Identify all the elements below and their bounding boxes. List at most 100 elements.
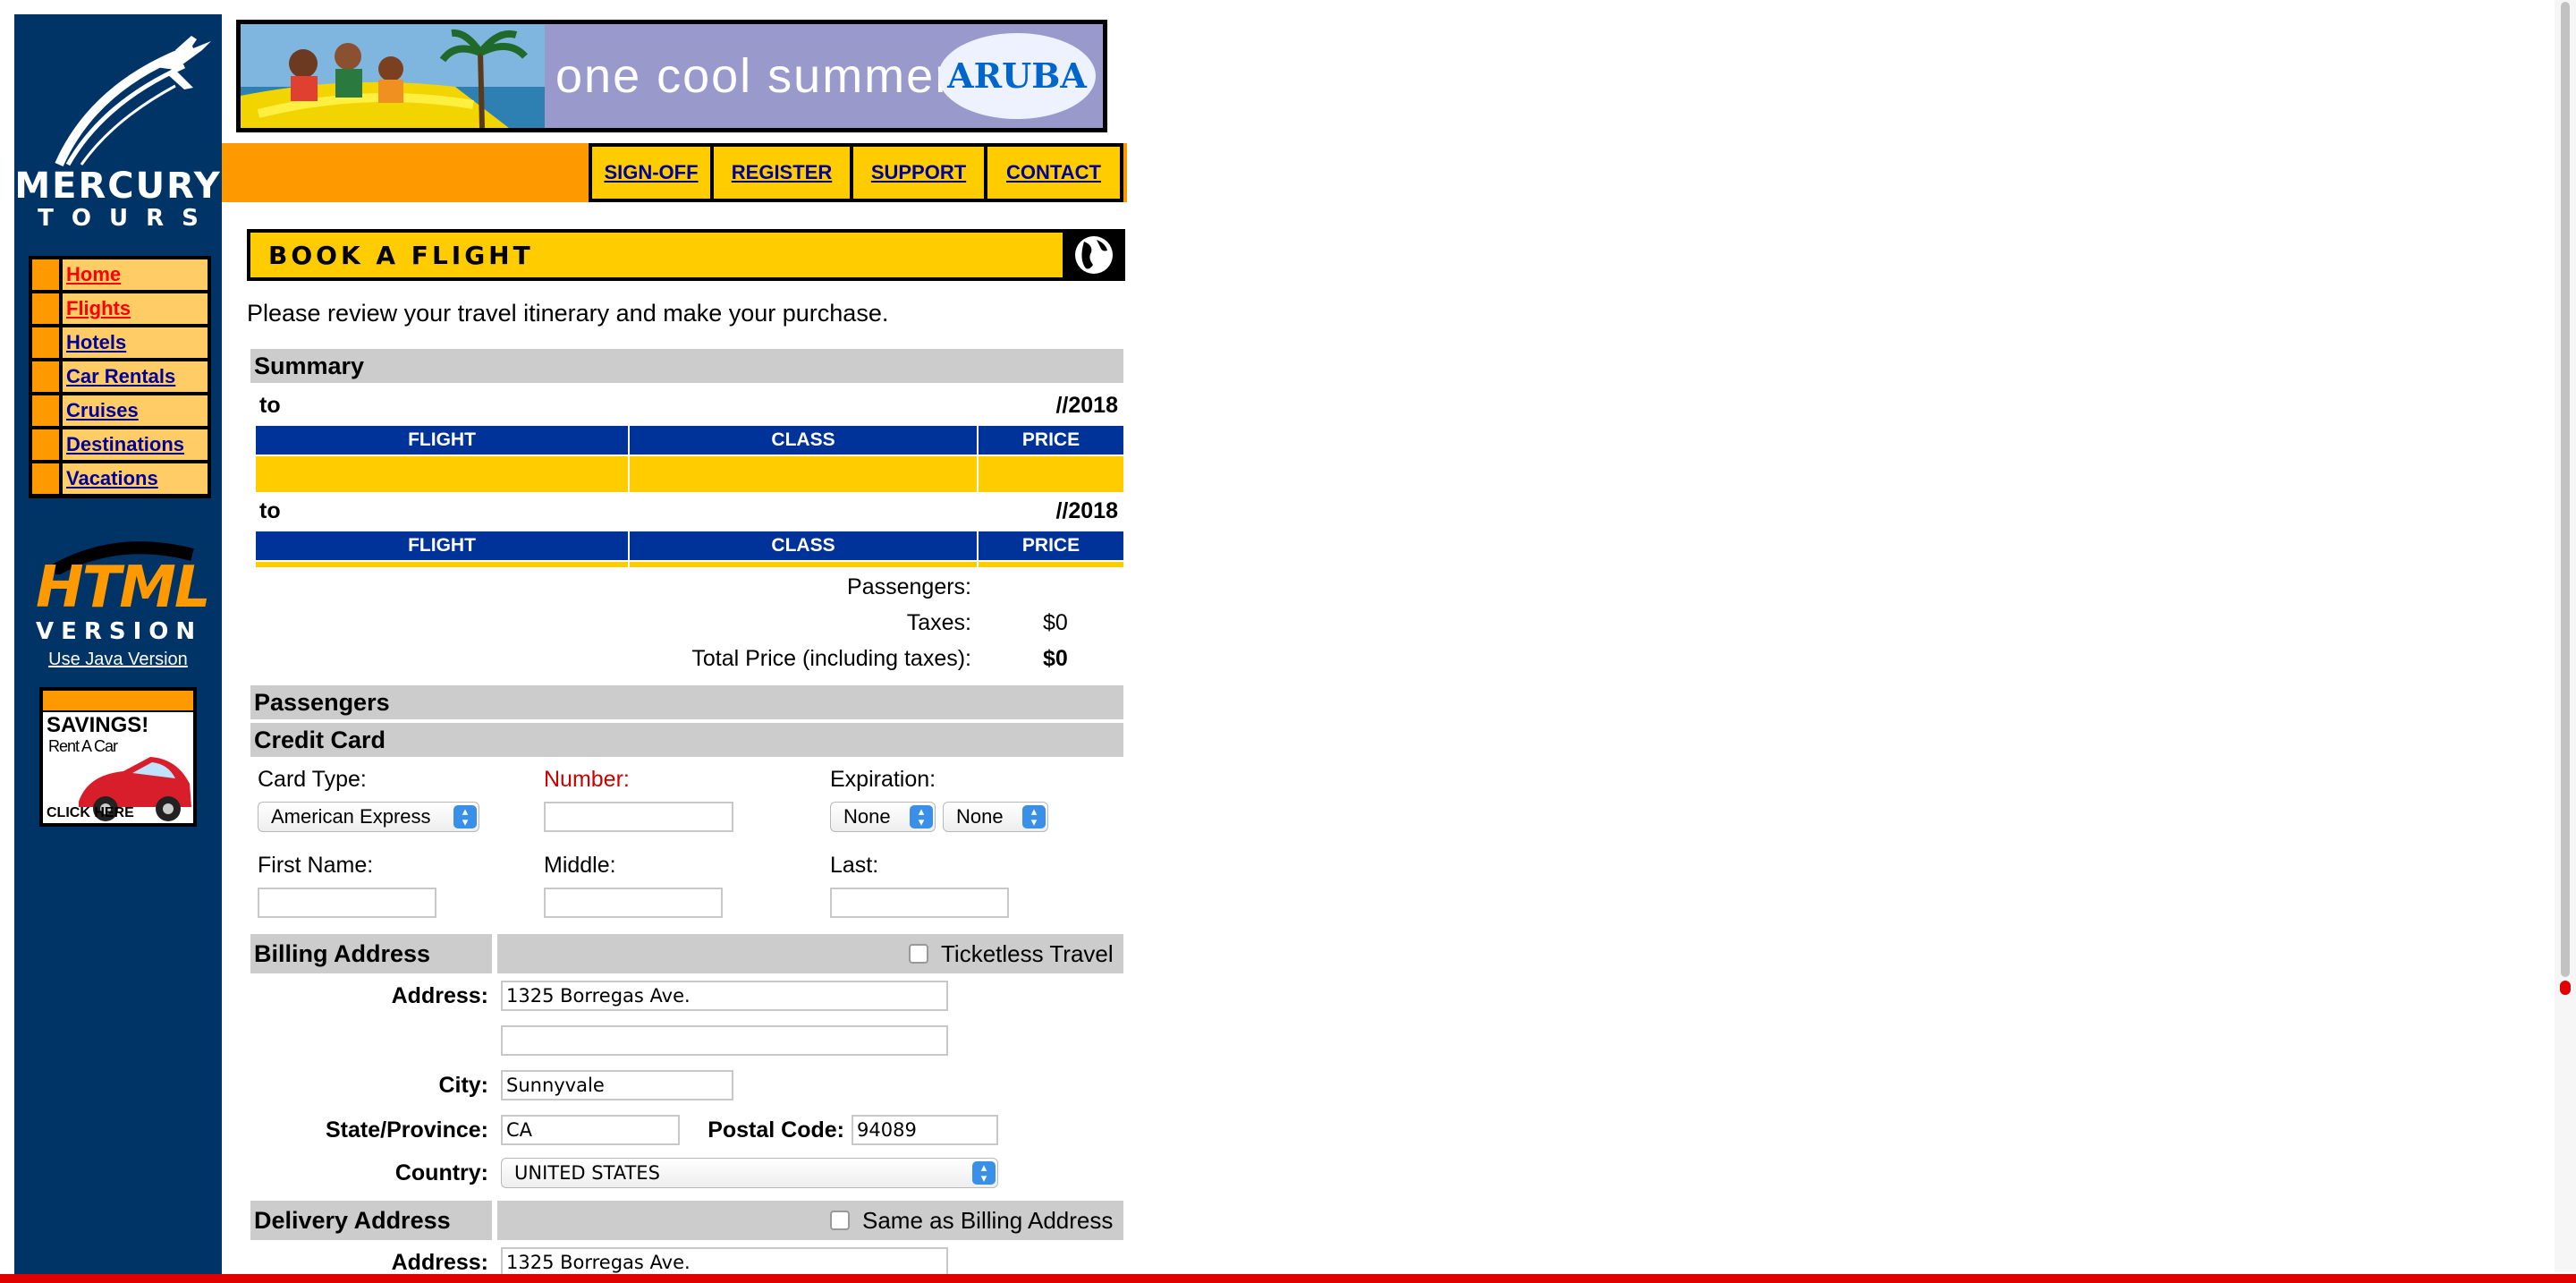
column-header-flight: FLIGHT [256, 426, 628, 455]
ad-title: SAVINGS! [47, 713, 149, 737]
ad-cta[interactable]: CLICK HERE [47, 805, 134, 821]
brand-name: MERCURY [14, 166, 222, 207]
taxes-label: Taxes: [906, 610, 971, 635]
top-nav: SIGN-OFF REGISTER SUPPORT CONTACT [589, 143, 1123, 202]
scrollbar-thumb[interactable] [2561, 2, 2570, 977]
country-label: Country: [394, 1160, 488, 1185]
credit-card-header: Credit Card [250, 723, 1123, 757]
same-as-billing-checkbox[interactable] [830, 1211, 850, 1230]
sign-off-link[interactable]: SIGN-OFF [592, 147, 710, 199]
depart-route-text: to [259, 393, 281, 418]
return-route-text: to [259, 498, 281, 523]
depart-flight-table: FLIGHT CLASS PRICE [256, 426, 1123, 492]
billing-address-label: Address: [391, 983, 488, 1008]
taxes-row: Taxes: $0 [250, 605, 1123, 641]
sidebar-item-label[interactable]: Car Rentals [63, 361, 208, 392]
delivery-address-label: Address: [391, 1250, 488, 1275]
delivery-address1-input[interactable]: 1325 Borregas Ave. [501, 1247, 948, 1278]
ticketless-bar: Ticketless Travel [497, 934, 1123, 973]
ticketless-checkbox[interactable] [909, 944, 928, 964]
side-nav: Home Flights Hotels Car Rentals Cruises … [29, 256, 211, 498]
delivery-heading: Delivery Address [254, 1207, 451, 1234]
globe-icon [1075, 236, 1113, 274]
airplane-logo-icon [55, 36, 211, 167]
sidebar-item-hotels[interactable]: Hotels [32, 327, 208, 358]
last-name-label: Last: [830, 853, 879, 878]
return-flight-table: FLIGHT CLASS PRICE [256, 531, 1123, 567]
ad-body: SAVINGS! Rent A Car CLICK HERE [43, 712, 193, 823]
sidebar-item-vacations[interactable]: Vacations [32, 463, 208, 494]
sidebar-item-destinations[interactable]: Destinations [32, 429, 208, 460]
sidebar-item-flights[interactable]: Flights [32, 293, 208, 324]
table-cell [256, 562, 628, 567]
postal-code-input[interactable]: 94089 [852, 1115, 998, 1145]
ad-top-strip [43, 691, 193, 710]
billing-address-header: Billing Address [250, 934, 492, 973]
column-header-flight: FLIGHT [256, 531, 628, 560]
card-type-select[interactable]: American Express ▴ ▾ [258, 802, 479, 832]
ticketless-label: Ticketless Travel [941, 940, 1114, 967]
table-cell [979, 562, 1123, 567]
top-nav-bar: SIGN-OFF REGISTER SUPPORT CONTACT [222, 143, 1127, 202]
html-version-title: HTML [36, 555, 211, 621]
brand-sub: TOURS [38, 205, 216, 232]
column-header-price: PRICE [979, 426, 1123, 455]
return-route: to //2018 [259, 497, 1118, 524]
card-type-value: American Express [271, 805, 431, 828]
nav-bullet [32, 429, 59, 460]
contact-link[interactable]: CONTACT [987, 147, 1120, 199]
beach-photo-image [241, 24, 545, 128]
depart-date: //2018 [1055, 393, 1118, 418]
exp-year-value: None [956, 805, 1004, 828]
sidebar-item-label[interactable]: Flights [63, 293, 208, 324]
passengers-heading: Passengers [254, 689, 390, 716]
sidebar-item-label[interactable]: Cruises [63, 395, 208, 426]
globe-box [1066, 233, 1122, 277]
last-name-input[interactable] [830, 888, 1009, 918]
exp-month-value: None [843, 805, 891, 828]
savings-ad[interactable]: SAVINGS! Rent A Car CLICK HERE [39, 687, 197, 827]
register-link[interactable]: REGISTER [714, 147, 850, 199]
city-input[interactable]: Sunnyvale [501, 1070, 733, 1100]
country-select[interactable]: UNITED STATES ▴ ▾ [501, 1158, 998, 1188]
column-header-price: PRICE [979, 531, 1123, 560]
middle-name-input[interactable] [544, 888, 723, 918]
html-version-badge: HTML VERSION [36, 539, 211, 646]
html-version-sub: VERSION [36, 618, 203, 645]
banner-inner: one cool summer ARUBA [241, 24, 1103, 128]
exp-year-select[interactable]: None ▴ ▾ [943, 802, 1048, 832]
billing-heading: Billing Address [254, 940, 431, 967]
table-cell [256, 456, 628, 492]
sidebar: MERCURY TOURS Home Flights Hotels Car Re… [14, 14, 222, 1279]
return-date: //2018 [1055, 498, 1118, 523]
total-label: Total Price (including taxes): [691, 646, 971, 671]
page-title-box: BOOK A FLIGHT [250, 233, 1063, 277]
billing-address2-input[interactable] [501, 1025, 948, 1056]
billing-address1-input[interactable]: 1325 Borregas Ave. [501, 981, 948, 1011]
sidebar-item-label[interactable]: Vacations [63, 463, 208, 494]
expiration-label: Expiration: [830, 767, 936, 792]
nav-bullet [32, 395, 59, 426]
card-number-label: Number: [544, 767, 630, 792]
sidebar-item-label[interactable]: Hotels [63, 327, 208, 358]
credit-card-heading: Credit Card [254, 726, 386, 753]
java-version-link[interactable]: Use Java Version [14, 650, 222, 670]
total-row: Total Price (including taxes): $0 [250, 641, 1123, 676]
sidebar-item-label[interactable]: Home [63, 259, 208, 290]
intro-text: Please review your travel itinerary and … [247, 300, 889, 327]
nav-bullet [32, 293, 59, 324]
country-value: UNITED STATES [514, 1162, 660, 1184]
exp-month-select[interactable]: None ▴ ▾ [830, 802, 936, 832]
same-as-billing-label: Same as Billing Address [862, 1207, 1114, 1234]
page-title: BOOK A FLIGHT [268, 241, 534, 270]
sidebar-item-label[interactable]: Destinations [63, 429, 208, 460]
sidebar-item-home[interactable]: Home [32, 259, 208, 290]
card-number-input[interactable] [544, 802, 733, 832]
select-arrows-icon: ▴ ▾ [972, 1161, 996, 1185]
vertical-scrollbar[interactable] [2555, 0, 2576, 1272]
promo-banner[interactable]: one cool summer ARUBA [236, 20, 1107, 132]
sidebar-item-cruises[interactable]: Cruises [32, 395, 208, 426]
first-name-input[interactable] [258, 888, 436, 918]
support-link[interactable]: SUPPORT [853, 147, 984, 199]
sidebar-item-car-rentals[interactable]: Car Rentals [32, 361, 208, 392]
